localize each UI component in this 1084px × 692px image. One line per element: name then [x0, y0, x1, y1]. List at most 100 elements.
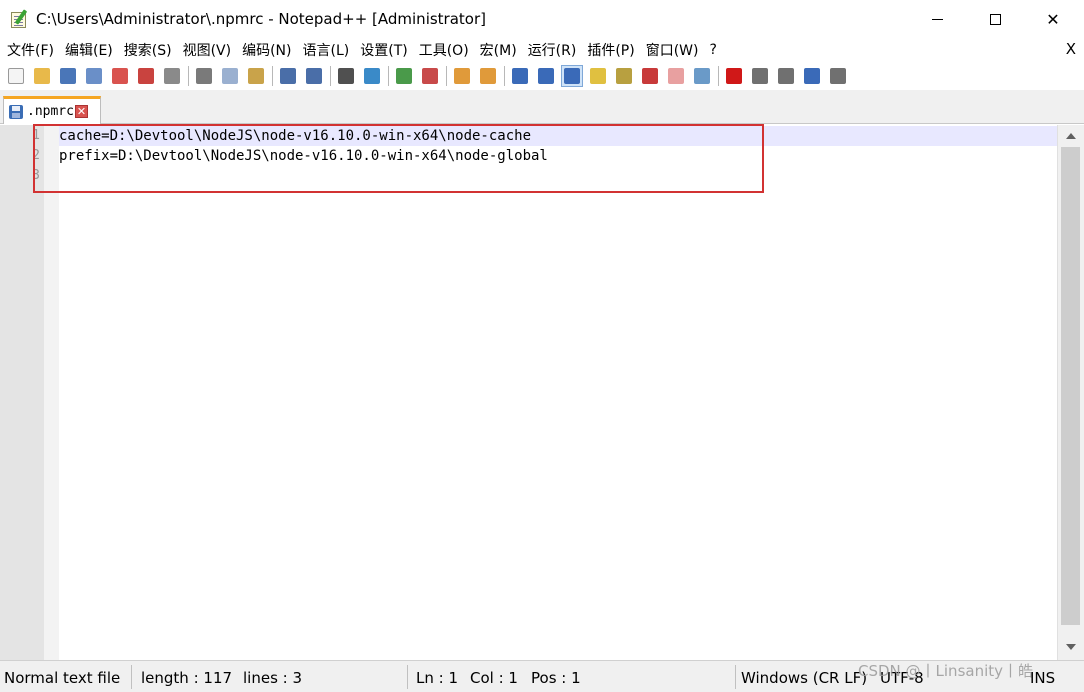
save-button[interactable] — [57, 65, 79, 87]
save-all-icon — [86, 68, 102, 84]
menu-search[interactable]: 搜索(S) — [120, 40, 176, 60]
close-all-icon — [138, 68, 154, 84]
copy-button[interactable] — [219, 65, 241, 87]
print-button[interactable] — [161, 65, 183, 87]
new-file-button[interactable] — [5, 65, 27, 87]
code-line[interactable] — [59, 166, 1057, 186]
zoom-out-button[interactable] — [419, 65, 441, 87]
function-list-icon — [642, 68, 658, 84]
maximize-button[interactable] — [966, 0, 1024, 38]
find-icon — [338, 68, 354, 84]
run-macro-multiple-button[interactable] — [801, 65, 823, 87]
watermark: CSDN @丨Linsanity丨皓 — [858, 662, 1034, 680]
toolbar-separator — [188, 66, 189, 86]
zoom-in-icon — [396, 68, 412, 84]
toolbar-separator — [504, 66, 505, 86]
toolbar-separator — [330, 66, 331, 86]
text-content[interactable]: cache=D:\Devtool\NodeJS\node-v16.10.0-wi… — [59, 125, 1057, 660]
user-defined-language-button[interactable] — [587, 65, 609, 87]
word-wrap-icon — [512, 68, 528, 84]
undo-button[interactable] — [277, 65, 299, 87]
status-ln: Ln : 1 — [416, 669, 458, 687]
sync-vertical-button[interactable] — [451, 65, 473, 87]
menu-help[interactable]: ? — [706, 42, 721, 58]
folder-as-workspace-button[interactable] — [665, 65, 687, 87]
run-macro-multiple-icon — [804, 68, 820, 84]
save-all-button[interactable] — [83, 65, 105, 87]
menu-macro[interactable]: 宏(M) — [476, 40, 521, 60]
monitoring-button[interactable] — [691, 65, 713, 87]
copy-icon — [222, 68, 238, 84]
monitoring-icon — [694, 68, 710, 84]
menu-tools[interactable]: 工具(O) — [415, 40, 473, 60]
menu-encoding[interactable]: 编码(N) — [238, 40, 295, 60]
close-button[interactable] — [109, 65, 131, 87]
menu-language[interactable]: 语言(L) — [299, 40, 354, 60]
show-all-characters-button[interactable] — [535, 65, 557, 87]
code-line[interactable]: prefix=D:\Devtool\NodeJS\node-v16.10.0-w… — [59, 146, 1057, 166]
scroll-down-icon[interactable] — [1066, 644, 1076, 650]
redo-icon — [306, 68, 322, 84]
menu-window[interactable]: 窗口(W) — [642, 40, 703, 60]
status-divider — [407, 665, 408, 689]
function-list-button[interactable] — [639, 65, 661, 87]
toolbar-separator — [388, 66, 389, 86]
title-bar: C:\Users\Administrator\.npmrc - Notepad+… — [0, 0, 1084, 38]
line-number: 1 — [32, 128, 40, 143]
open-file-button[interactable] — [31, 65, 53, 87]
status-col: Col : 1 — [470, 669, 518, 687]
minimize-button[interactable] — [908, 0, 966, 38]
cut-icon — [196, 68, 212, 84]
status-lines: lines : 3 — [243, 669, 303, 687]
menu-plugins[interactable]: 插件(P) — [583, 40, 638, 60]
close-icon — [112, 68, 128, 84]
tab-npmrc[interactable]: .npmrc ✕ — [3, 96, 101, 124]
editor-area[interactable]: 1 2 3 cache=D:\Devtool\NodeJS\node-v16.1… — [0, 124, 1084, 660]
new-file-icon — [8, 68, 24, 84]
folder-as-workspace-icon — [668, 68, 684, 84]
replace-button[interactable] — [361, 65, 383, 87]
undo-icon — [280, 68, 296, 84]
close-all-button[interactable] — [135, 65, 157, 87]
tab-close-icon[interactable]: ✕ — [74, 105, 88, 118]
redo-button[interactable] — [303, 65, 325, 87]
cut-button[interactable] — [193, 65, 215, 87]
find-button[interactable] — [335, 65, 357, 87]
menu-edit[interactable]: 编辑(E) — [61, 40, 117, 60]
zoom-in-button[interactable] — [393, 65, 415, 87]
close-document-button[interactable]: X — [1066, 40, 1076, 58]
menu-settings[interactable]: 设置(T) — [356, 40, 411, 60]
code-line[interactable]: cache=D:\Devtool\NodeJS\node-v16.10.0-wi… — [59, 126, 1057, 146]
menu-file[interactable]: 文件(F) — [3, 40, 58, 60]
document-map-button[interactable] — [613, 65, 635, 87]
close-icon: ✕ — [1046, 9, 1060, 29]
user-defined-language-icon — [590, 68, 606, 84]
paste-button[interactable] — [245, 65, 267, 87]
notepad-plus-plus-icon — [10, 9, 30, 29]
sync-vertical-icon — [454, 68, 470, 84]
toolbar-separator — [272, 66, 273, 86]
menu-view[interactable]: 视图(V) — [179, 40, 236, 60]
stop-recording-button[interactable] — [749, 65, 771, 87]
playback-macro-icon — [778, 68, 794, 84]
record-macro-button[interactable] — [723, 65, 745, 87]
minimize-icon — [931, 18, 943, 20]
scroll-up-icon[interactable] — [1066, 133, 1076, 139]
menu-run[interactable]: 运行(R) — [524, 40, 581, 60]
saved-file-icon — [9, 104, 23, 119]
word-wrap-button[interactable] — [509, 65, 531, 87]
line-number: 2 — [32, 148, 40, 163]
save-macro-button[interactable] — [827, 65, 849, 87]
indent-guide-button[interactable] — [561, 65, 583, 87]
sync-horizontal-button[interactable] — [477, 65, 499, 87]
maximize-icon — [989, 13, 1001, 25]
vertical-scrollbar[interactable] — [1057, 125, 1084, 660]
scrollbar-thumb[interactable] — [1061, 147, 1080, 625]
close-window-button[interactable]: ✕ — [1024, 0, 1082, 38]
playback-macro-button[interactable] — [775, 65, 797, 87]
zoom-out-icon — [422, 68, 438, 84]
menu-bar: 文件(F) 编辑(E) 搜索(S) 视图(V) 编码(N) 语言(L) 设置(T… — [0, 38, 1084, 62]
save-macro-icon — [830, 68, 846, 84]
open-file-icon — [34, 68, 50, 84]
show-all-characters-icon — [538, 68, 554, 84]
